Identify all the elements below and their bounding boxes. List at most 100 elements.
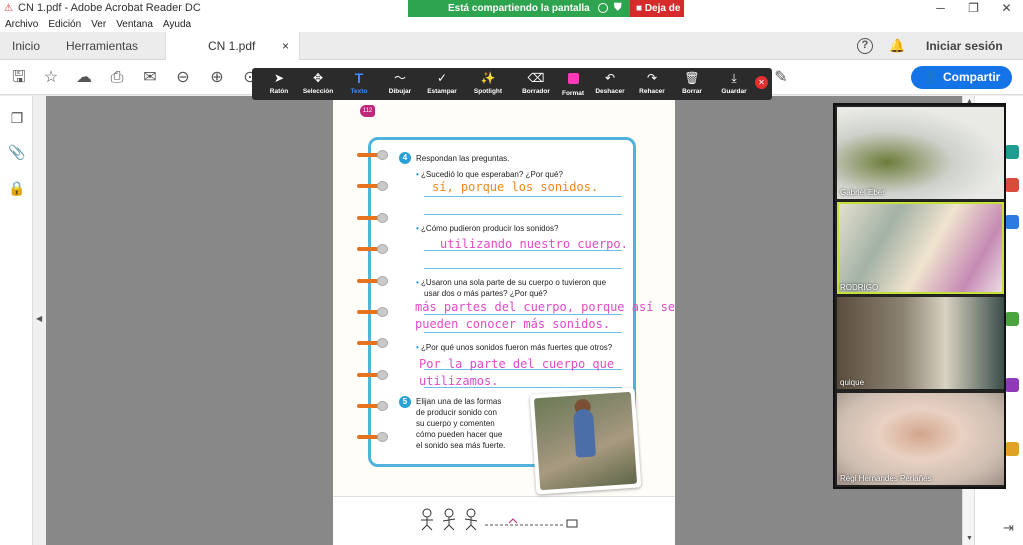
mail-icon[interactable]: ✉	[140, 68, 160, 88]
upload-cloud-icon[interactable]: ☁	[74, 68, 94, 88]
share-button-label: Compartir	[943, 70, 1001, 84]
answer-4-line2-handwriting[interactable]: utilizamos.	[419, 373, 498, 390]
export-pdf-tool-icon[interactable]	[1005, 178, 1019, 192]
tool-clear[interactable]: 🗑 Borrar	[670, 68, 714, 100]
participant-name: quique	[840, 378, 865, 387]
screen-share-text: Está compartiendo la pantalla	[448, 3, 590, 14]
fill-sign-tool-icon[interactable]	[1005, 378, 1019, 392]
answer-4-line1-handwriting[interactable]: Por la parte del cuerpo que	[419, 356, 614, 373]
tool-draw[interactable]: 〜 Dibujar	[378, 68, 422, 100]
participant-tile[interactable]: quique	[837, 297, 1004, 389]
close-tab-icon[interactable]: ×	[282, 32, 289, 60]
tab-tools[interactable]: Herramientas	[66, 32, 138, 60]
stop-share-button[interactable]: ■ Deja de	[630, 0, 684, 17]
help-icon[interactable]: ?	[857, 38, 873, 54]
scroll-down-icon[interactable]: ▼	[966, 535, 973, 542]
tool-stamp[interactable]: ✓ Estampar	[420, 68, 464, 100]
tool-select[interactable]: ✥ Selección	[296, 68, 340, 100]
pages-icon[interactable]: ❐	[8, 110, 26, 128]
tool-redo[interactable]: ↷ Rehacer	[630, 68, 674, 100]
print-icon[interactable]: ⎙	[107, 68, 127, 88]
answer-line	[424, 268, 622, 269]
tool-save[interactable]: ⤓ Guardar	[712, 68, 756, 100]
save-icon: ⤓	[731, 71, 737, 85]
menu-bar: Archivo Edición Ver Ventana Ayuda	[0, 17, 1023, 32]
close-annotation-icon[interactable]: ✕	[755, 76, 768, 89]
draw-icon: 〜	[393, 71, 406, 85]
window-controls: ─ ❐ ✕	[924, 0, 1023, 17]
participant-name: Gabriel Eber	[840, 188, 885, 197]
trash-icon: 🗑	[684, 71, 700, 85]
answer-2-handwriting[interactable]: utilizando nuestro cuerpo.	[440, 236, 628, 253]
spiral-ring	[357, 401, 391, 411]
tool-label: Ratón	[269, 88, 289, 95]
tool-label: Selección	[302, 88, 334, 95]
add-person-icon: 👤	[924, 70, 939, 84]
answer-3-line2-handwriting[interactable]: pueden conocer más sonidos.	[415, 316, 610, 333]
question-4b-text: ¿Cómo pudieron producir los sonidos?	[421, 224, 559, 233]
spiral-ring	[357, 370, 391, 380]
cursor-icon: ➤	[273, 71, 285, 85]
page-number-badge: 112	[360, 105, 375, 117]
participant-tile-speaking[interactable]: RODRIGO	[837, 202, 1004, 294]
answer-line	[424, 196, 622, 197]
question-4c-line1: ¿Usaron una sola parte de su cuerpo o tu…	[421, 278, 607, 287]
next-page-preview	[333, 496, 675, 545]
attachment-icon[interactable]: 📎	[8, 144, 26, 162]
edit-pdf-tool-icon[interactable]	[1005, 145, 1019, 159]
stop-share-label: Deja de	[644, 3, 681, 14]
left-sidebar: ❐ 📎 🔒	[0, 96, 33, 545]
spiral-ring	[357, 276, 391, 286]
collapse-left-icon[interactable]: ◀	[36, 314, 42, 323]
close-window-button[interactable]: ✕	[990, 0, 1023, 17]
tool-label: Deshacer	[595, 88, 625, 95]
tool-spotlight[interactable]: ✨ Spotlight	[466, 68, 510, 100]
tool-mouse[interactable]: ➤ Ratón	[257, 68, 301, 100]
tab-home[interactable]: Inicio	[12, 32, 40, 60]
bell-icon[interactable]: 🔔	[889, 38, 905, 54]
expand-panel-icon[interactable]: ⇥	[1003, 520, 1014, 536]
question-4-number: 4	[399, 152, 411, 164]
tool-label: Texto	[350, 88, 368, 95]
stamp-icon: ✓	[436, 71, 448, 85]
stop-icon: ■	[636, 3, 643, 14]
answer-3-line1-handwriting[interactable]: más partes del cuerpo, porque así se	[415, 299, 675, 316]
shield-icon: ⛊	[614, 2, 622, 13]
sign-icon[interactable]: ✎	[771, 68, 791, 88]
zoom-out-icon[interactable]: ⊖	[173, 68, 193, 88]
tab-document[interactable]: CN 1.pdf ×	[165, 32, 300, 60]
menu-window[interactable]: Ventana	[116, 17, 153, 32]
format-color-icon	[567, 73, 579, 84]
question-5-line: cómo pueden hacer que	[416, 430, 503, 439]
organize-tool-icon[interactable]	[1005, 442, 1019, 456]
pause-share-icon[interactable]	[598, 3, 608, 13]
participant-name: Regi Hernandes Periañes	[840, 474, 932, 483]
spiral-ring	[357, 213, 391, 223]
create-pdf-tool-icon[interactable]	[1005, 215, 1019, 229]
minimize-button[interactable]: ─	[924, 0, 957, 17]
menu-help[interactable]: Ayuda	[163, 17, 191, 32]
page-up-icon[interactable]: ⊕	[207, 68, 227, 88]
participant-tile[interactable]: Regi Hernandes Periañes	[837, 393, 1004, 485]
document-lock-icon[interactable]: 🔒	[8, 180, 26, 198]
comment-tool-icon[interactable]	[1005, 312, 1019, 326]
menu-file[interactable]: Archivo	[5, 17, 38, 32]
question-4d-text: ¿Por qué unos sonidos fueron más fuertes…	[421, 343, 613, 352]
star-icon[interactable]: ☆	[41, 68, 61, 88]
question-4-intro: Respondan las preguntas.	[416, 154, 510, 163]
participant-tile[interactable]: Gabriel Eber	[837, 107, 1004, 199]
share-button[interactable]: 👤 Compartir	[911, 66, 1012, 89]
answer-1-handwriting[interactable]: sí, porque los sonidos.	[432, 179, 598, 196]
question-4c: • ¿Usaron una sola parte de su cuerpo o …	[416, 277, 606, 288]
sign-in-link[interactable]: Iniciar sesión	[926, 32, 1003, 60]
tool-text[interactable]: T Texto	[337, 68, 381, 100]
tool-label: Borrar	[682, 88, 702, 95]
menu-view[interactable]: Ver	[91, 17, 106, 32]
spotlight-icon: ✨	[480, 71, 496, 85]
save-file-icon[interactable]: 🖫	[9, 68, 29, 88]
maximize-button[interactable]: ❐	[957, 0, 990, 17]
tool-label: Estampar	[427, 88, 457, 95]
annotation-toolbar: ➤ Ratón ✥ Selección T Texto 〜 Dibujar ✓ Estam…	[252, 68, 772, 100]
tool-undo[interactable]: ↶ Deshacer	[588, 68, 632, 100]
menu-edit[interactable]: Edición	[48, 17, 81, 32]
